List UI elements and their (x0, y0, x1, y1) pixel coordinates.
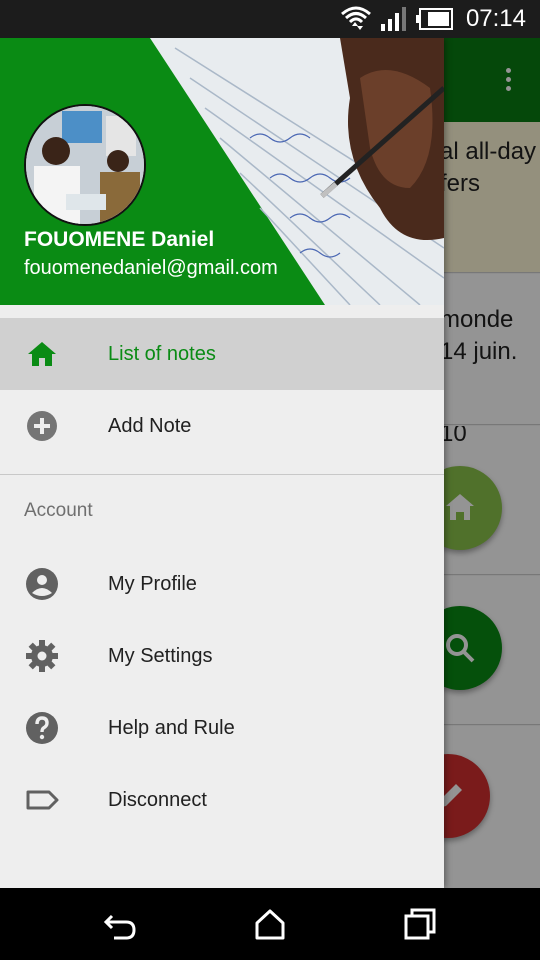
drawer-item-label: My Profile (108, 573, 197, 595)
back-icon[interactable] (102, 906, 138, 942)
profile-photo (26, 106, 144, 224)
home-button-icon[interactable] (252, 906, 288, 942)
wifi-icon (340, 6, 371, 30)
recents-icon[interactable] (402, 906, 438, 942)
add-circle-icon (27, 411, 57, 441)
drawer-item-disconnect[interactable]: Disconnect (0, 764, 444, 836)
label-tag-icon (26, 790, 59, 810)
signal-icon (380, 7, 406, 31)
system-nav-bar (0, 888, 540, 960)
battery-icon (415, 8, 453, 30)
drawer-item-label: Disconnect (108, 789, 207, 811)
drawer-item-add-note[interactable]: Add Note (0, 390, 444, 462)
account-section-header: Account (24, 500, 93, 521)
drawer-item-label: Help and Rule (108, 717, 235, 739)
user-email: fouomenedaniel@gmail.com (24, 257, 278, 279)
drawer-item-my-profile[interactable]: My Profile (0, 548, 444, 620)
drawer-item-label: My Settings (108, 645, 213, 667)
drawer-item-label: Add Note (108, 415, 192, 437)
status-bar: 07:14 (0, 0, 540, 38)
drawer-item-my-settings[interactable]: My Settings (0, 620, 444, 692)
divider (0, 474, 444, 475)
home-icon (28, 342, 56, 366)
drawer-item-label: List of notes (108, 343, 216, 365)
help-icon (26, 712, 58, 744)
gear-icon (26, 640, 58, 672)
drawer-header: FOUOMENE Daniel fouomenedaniel@gmail.com (0, 38, 444, 305)
clock: 07:14 (465, 5, 526, 32)
drawer-item-list-of-notes[interactable]: List of notes (0, 318, 444, 390)
account-circle-icon (26, 568, 58, 600)
user-name: FOUOMENE Daniel (24, 228, 215, 251)
drawer-item-help-and-rule[interactable]: Help and Rule (0, 692, 444, 764)
navigation-drawer: FOUOMENE Daniel fouomenedaniel@gmail.com… (0, 38, 444, 888)
avatar[interactable] (24, 104, 146, 226)
